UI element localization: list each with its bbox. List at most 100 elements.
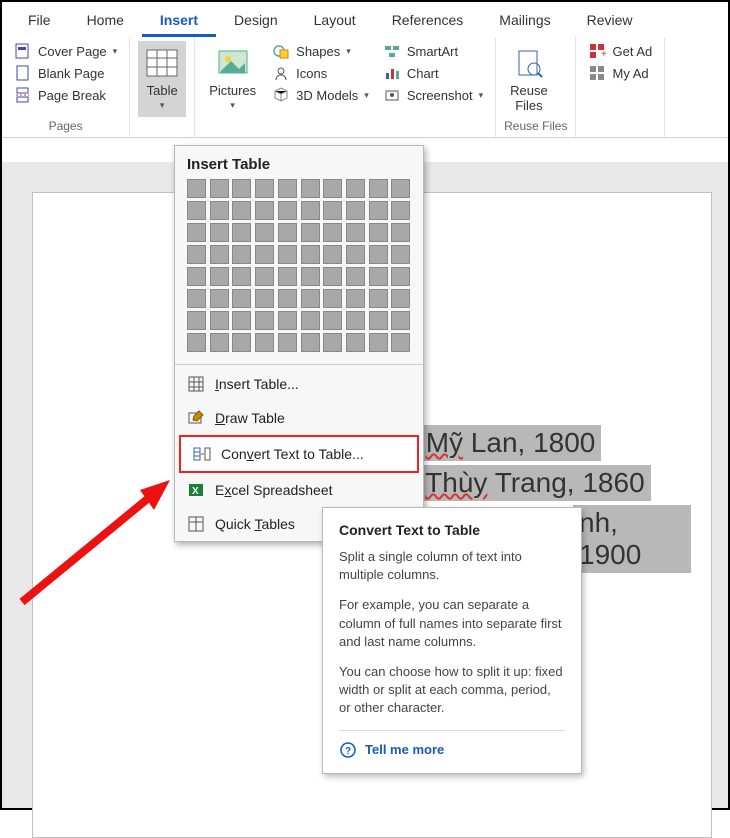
excel-spreadsheet-item[interactable]: X Excel Spreadsheet: [175, 473, 423, 507]
table-grid-cell[interactable]: [278, 179, 297, 198]
table-grid-cell[interactable]: [391, 201, 410, 220]
table-grid-cell[interactable]: [346, 333, 365, 352]
pictures-button[interactable]: Pictures▾: [203, 41, 262, 117]
tab-design[interactable]: Design: [216, 6, 296, 37]
table-grid-cell[interactable]: [301, 289, 320, 308]
table-grid-cell[interactable]: [369, 333, 388, 352]
table-grid-cell[interactable]: [232, 333, 251, 352]
shapes-button[interactable]: Shapes▾: [268, 41, 373, 61]
table-grid-cell[interactable]: [187, 267, 206, 286]
tab-mailings[interactable]: Mailings: [481, 6, 568, 37]
table-grid-cell[interactable]: [323, 311, 342, 330]
table-grid-cell[interactable]: [187, 223, 206, 242]
table-grid-cell[interactable]: [301, 311, 320, 330]
table-grid-cell[interactable]: [369, 245, 388, 264]
table-grid-cell[interactable]: [278, 201, 297, 220]
blank-page-button[interactable]: Blank Page: [10, 63, 121, 83]
table-grid-cell[interactable]: [187, 201, 206, 220]
table-grid-cell[interactable]: [346, 179, 365, 198]
table-grid-cell[interactable]: [210, 333, 229, 352]
chart-button[interactable]: Chart: [379, 63, 487, 83]
table-grid-cell[interactable]: [210, 201, 229, 220]
table-grid-cell[interactable]: [210, 311, 229, 330]
table-grid-cell[interactable]: [278, 289, 297, 308]
table-grid-cell[interactable]: [210, 289, 229, 308]
tab-references[interactable]: References: [374, 6, 482, 37]
table-grid-cell[interactable]: [278, 245, 297, 264]
cover-page-button[interactable]: Cover Page▾: [10, 41, 121, 61]
table-grid-cell[interactable]: [391, 289, 410, 308]
my-addins-button[interactable]: My Ad: [584, 63, 656, 83]
table-grid-cell[interactable]: [301, 179, 320, 198]
insert-table-item[interactable]: Insert Table...: [175, 367, 423, 401]
table-grid-cell[interactable]: [255, 289, 274, 308]
table-grid-cell[interactable]: [232, 201, 251, 220]
table-grid-cell[interactable]: [323, 333, 342, 352]
table-grid-cell[interactable]: [346, 223, 365, 242]
table-grid-cell[interactable]: [323, 179, 342, 198]
table-grid-cell[interactable]: [232, 179, 251, 198]
table-grid-cell[interactable]: [301, 333, 320, 352]
table-grid-cell[interactable]: [255, 179, 274, 198]
table-grid-cell[interactable]: [301, 223, 320, 242]
draw-table-item[interactable]: Draw Table: [175, 401, 423, 435]
table-grid-cell[interactable]: [323, 289, 342, 308]
table-grid-cell[interactable]: [278, 267, 297, 286]
table-grid-cell[interactable]: [323, 223, 342, 242]
table-grid-cell[interactable]: [323, 201, 342, 220]
table-grid-cell[interactable]: [346, 245, 365, 264]
table-grid-cell[interactable]: [369, 289, 388, 308]
tab-file[interactable]: File: [10, 6, 69, 37]
table-grid-cell[interactable]: [187, 289, 206, 308]
table-grid-cell[interactable]: [369, 223, 388, 242]
table-grid-cell[interactable]: [346, 201, 365, 220]
table-grid-cell[interactable]: [232, 311, 251, 330]
table-grid-cell[interactable]: [255, 223, 274, 242]
table-grid-cell[interactable]: [255, 311, 274, 330]
table-grid-cell[interactable]: [232, 223, 251, 242]
table-grid-cell[interactable]: [323, 245, 342, 264]
table-grid-cell[interactable]: [255, 201, 274, 220]
tab-review[interactable]: Review: [569, 6, 651, 37]
table-grid-cell[interactable]: [369, 311, 388, 330]
table-grid-cell[interactable]: [391, 267, 410, 286]
table-grid-cell[interactable]: [346, 289, 365, 308]
table-grid-cell[interactable]: [232, 267, 251, 286]
table-grid-cell[interactable]: [255, 333, 274, 352]
table-grid-cell[interactable]: [187, 245, 206, 264]
table-button[interactable]: Table▾: [138, 41, 186, 117]
3d-models-button[interactable]: 3D Models▾: [268, 85, 373, 105]
table-grid-cell[interactable]: [369, 267, 388, 286]
table-grid-cell[interactable]: [369, 179, 388, 198]
table-grid-cell[interactable]: [346, 267, 365, 286]
table-grid-cell[interactable]: [210, 245, 229, 264]
table-grid-cell[interactable]: [278, 333, 297, 352]
table-grid-cell[interactable]: [391, 333, 410, 352]
table-grid-cell[interactable]: [278, 223, 297, 242]
table-grid-cell[interactable]: [301, 201, 320, 220]
table-grid-cell[interactable]: [369, 201, 388, 220]
tab-home[interactable]: Home: [69, 6, 142, 37]
table-grid-cell[interactable]: [301, 245, 320, 264]
table-grid-cell[interactable]: [391, 311, 410, 330]
reuse-files-button[interactable]: Reuse Files: [504, 41, 554, 117]
tab-layout[interactable]: Layout: [296, 6, 374, 37]
convert-text-to-table-item[interactable]: Convert Text to Table...: [179, 435, 419, 473]
table-grid-cell[interactable]: [391, 245, 410, 264]
table-grid-cell[interactable]: [232, 289, 251, 308]
page-break-button[interactable]: Page Break: [10, 85, 121, 105]
table-grid-picker[interactable]: [175, 179, 423, 362]
icons-button[interactable]: Icons: [268, 63, 373, 83]
table-grid-cell[interactable]: [210, 267, 229, 286]
table-grid-cell[interactable]: [210, 223, 229, 242]
smartart-button[interactable]: SmartArt: [379, 41, 487, 61]
table-grid-cell[interactable]: [391, 179, 410, 198]
tell-me-more-link[interactable]: ? Tell me more: [339, 730, 565, 759]
table-grid-cell[interactable]: [323, 267, 342, 286]
get-addins-button[interactable]: + Get Ad: [584, 41, 656, 61]
table-grid-cell[interactable]: [187, 311, 206, 330]
table-grid-cell[interactable]: [278, 311, 297, 330]
table-grid-cell[interactable]: [210, 179, 229, 198]
table-grid-cell[interactable]: [232, 245, 251, 264]
table-grid-cell[interactable]: [255, 267, 274, 286]
